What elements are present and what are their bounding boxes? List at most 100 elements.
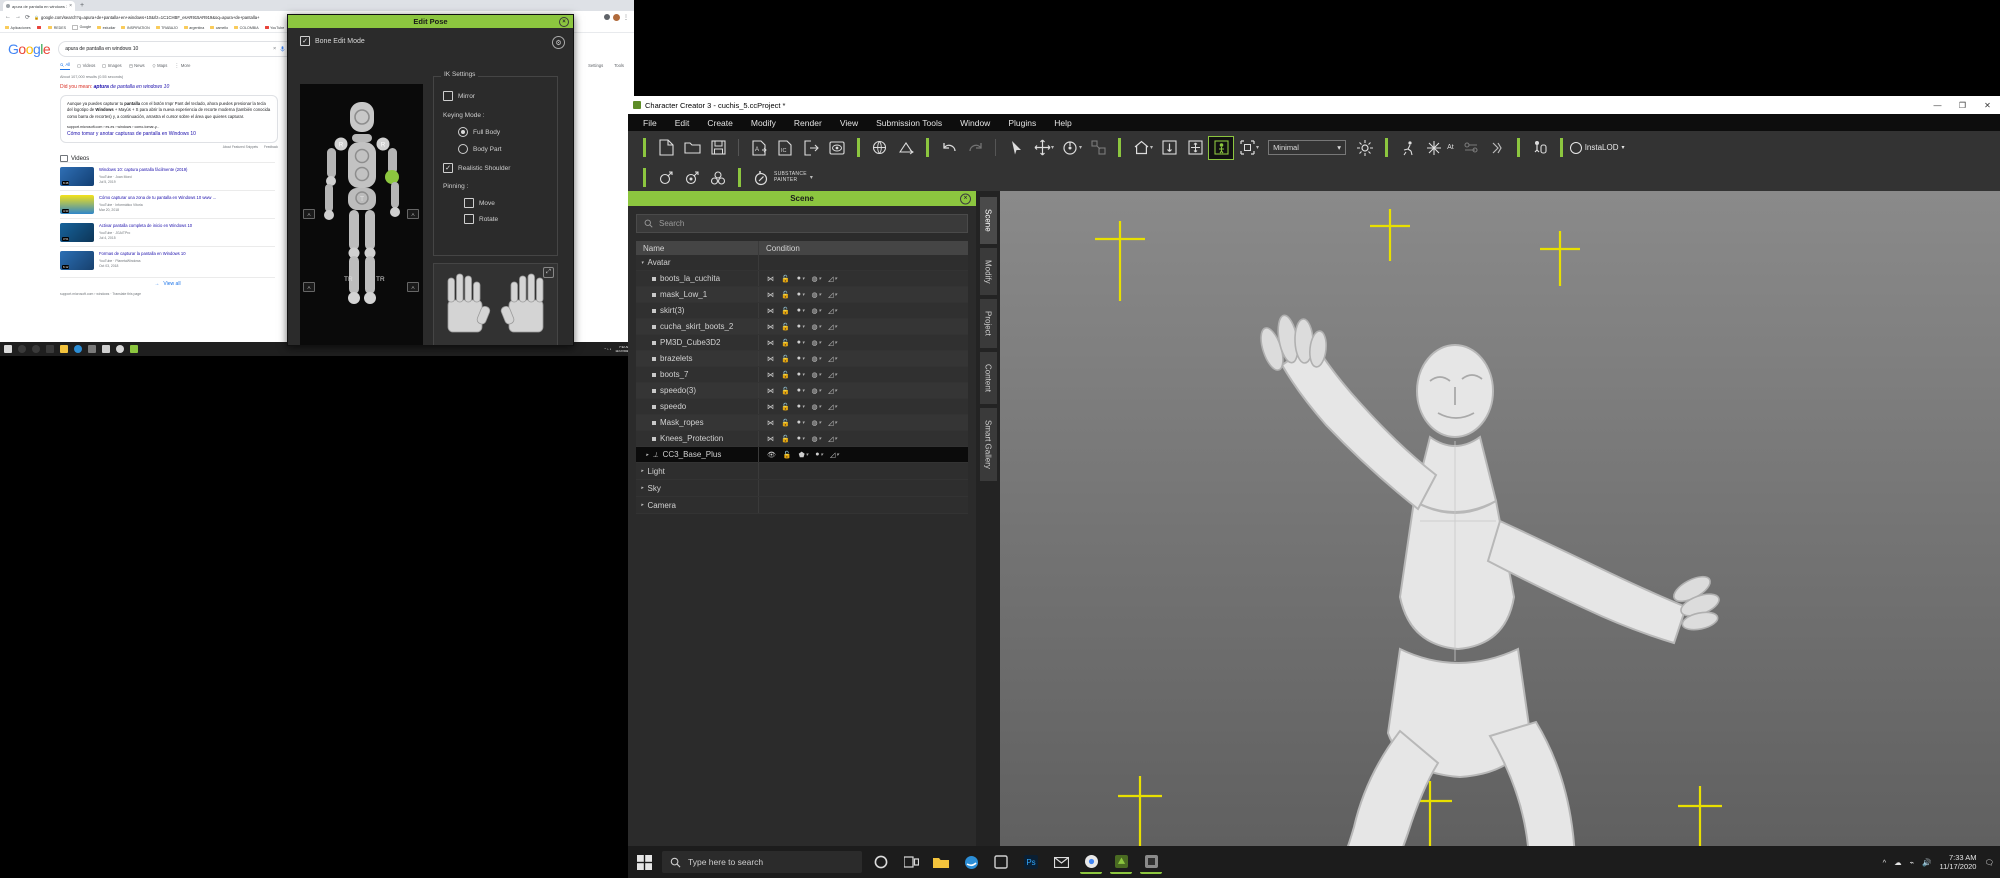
chevron-down-icon[interactable]: ▾ bbox=[802, 292, 805, 298]
table-row[interactable]: speedo(3) ⋈ 🔓 ● ▾ ◍ ▾ ◿ ▾ bbox=[636, 383, 968, 399]
globe-transform-icon[interactable] bbox=[867, 136, 893, 160]
chevron-down-icon[interactable]: ▾ bbox=[802, 388, 805, 394]
bookmark-item[interactable]: YouTube bbox=[264, 26, 284, 30]
visibility-icon[interactable]: ⋈ bbox=[767, 355, 774, 363]
3d-viewport[interactable] bbox=[1000, 191, 2000, 878]
chevron-down-icon[interactable]: ▾ bbox=[802, 436, 805, 442]
material-icon[interactable]: ● bbox=[797, 275, 801, 282]
chevron-down-icon[interactable]: ▾ bbox=[802, 420, 805, 426]
avatar[interactable] bbox=[613, 13, 620, 21]
shadow-icon[interactable]: ● bbox=[815, 451, 819, 458]
bookmark-item[interactable]: TRABAJO bbox=[155, 26, 178, 30]
layer-icon[interactable]: ◿ bbox=[828, 275, 833, 283]
chevron-right-icon[interactable]: ▸ bbox=[641, 485, 644, 491]
create-props-icon[interactable] bbox=[705, 166, 731, 190]
row-name[interactable]: ▾ Avatar bbox=[636, 258, 758, 267]
bookmark-item[interactable]: INSPIRATION bbox=[121, 26, 150, 30]
cloud-icon[interactable]: ☁ bbox=[1894, 858, 1902, 867]
layer-icon[interactable]: ◿ bbox=[828, 291, 833, 299]
new-tab-button[interactable]: + bbox=[80, 2, 84, 10]
row-name[interactable]: skirt(3) bbox=[636, 306, 758, 315]
table-row[interactable]: ▾ Avatar bbox=[636, 255, 968, 271]
table-row[interactable]: ▸ ⊥ CC3_Base_Plus 👁 🔓 ⬟ ▾ ● ▾ ◿ ▾ bbox=[636, 447, 968, 463]
shadow-icon[interactable]: ◍ bbox=[811, 291, 817, 299]
chevron-down-icon[interactable]: ▾ bbox=[819, 388, 822, 394]
bookmark-item[interactable] bbox=[36, 25, 43, 30]
chevron-down-icon[interactable]: ▾ bbox=[834, 420, 837, 426]
chevron-down-icon[interactable]: ▾ bbox=[834, 276, 837, 282]
video-title[interactable]: Activar pantalla completa de inicio en W… bbox=[99, 223, 275, 228]
edit-pose-icon[interactable] bbox=[1208, 135, 1235, 160]
row-name[interactable]: ▸ Camera bbox=[636, 501, 758, 510]
import-icon[interactable]: A bbox=[746, 136, 772, 160]
layer-icon[interactable]: ◿ bbox=[828, 371, 833, 379]
result-title-link[interactable]: Cómo tomar y anotar capturas de pantalla… bbox=[67, 131, 271, 137]
chevron-down-icon[interactable]: ▾ bbox=[1256, 144, 1259, 151]
tab-news[interactable]: News bbox=[128, 63, 145, 68]
table-row[interactable]: ▸ Sky bbox=[636, 480, 968, 497]
row-name[interactable]: ▸ Light bbox=[636, 467, 758, 476]
layer-icon[interactable]: ◿ bbox=[828, 419, 833, 427]
chevron-down-icon[interactable]: ▾ bbox=[806, 452, 809, 458]
menu-edit[interactable]: Edit bbox=[666, 118, 699, 128]
show-hidden-icons-button[interactable]: ^ bbox=[1883, 858, 1887, 867]
taskbar-search-input[interactable]: Type here to search bbox=[662, 851, 862, 873]
row-name[interactable]: Knees_Protection bbox=[636, 434, 758, 443]
tab-maps[interactable]: Maps bbox=[152, 63, 167, 68]
table-row[interactable]: brazelets ⋈ 🔓 ● ▾ ◍ ▾ ◿ ▾ bbox=[636, 351, 968, 367]
chevron-down-icon[interactable]: ▾ bbox=[1150, 144, 1153, 151]
file-explorer-icon[interactable] bbox=[930, 851, 952, 873]
pinning-move-checkbox[interactable]: Move bbox=[464, 198, 557, 208]
menu-window[interactable]: Window bbox=[951, 118, 999, 128]
chevron-down-icon[interactable]: ▾ bbox=[834, 340, 837, 346]
store-icon[interactable] bbox=[990, 851, 1012, 873]
menu-modify[interactable]: Modify bbox=[742, 118, 785, 128]
checkbox-box[interactable]: ✓ bbox=[300, 36, 310, 46]
edge-icon[interactable] bbox=[74, 345, 82, 353]
table-row[interactable]: ▸ Camera bbox=[636, 497, 968, 514]
chevron-down-icon[interactable]: ▾ bbox=[834, 436, 837, 442]
notification-icon[interactable]: 🗨 bbox=[1984, 858, 1994, 867]
chevron-down-icon[interactable]: ▾ bbox=[802, 372, 805, 378]
visibility-icon[interactable]: ⋈ bbox=[767, 387, 774, 395]
lock-icon[interactable]: 🔓 bbox=[783, 451, 792, 459]
app-icon[interactable] bbox=[1140, 850, 1162, 874]
chrome-menu-icon[interactable]: ⋮ bbox=[623, 14, 629, 21]
translate-link[interactable]: Translate this page bbox=[112, 292, 141, 296]
forward-icon[interactable]: → bbox=[15, 14, 21, 20]
menu-help[interactable]: Help bbox=[1045, 118, 1080, 128]
pin-toggle-icon[interactable]: A bbox=[303, 209, 315, 219]
checkbox-box[interactable] bbox=[443, 91, 453, 101]
lock-icon[interactable]: 🔓 bbox=[781, 355, 790, 363]
windows-start-icon[interactable] bbox=[634, 852, 654, 872]
chevron-right-icon[interactable]: ▸ bbox=[641, 502, 644, 508]
mail-icon[interactable] bbox=[1050, 851, 1072, 873]
video-title[interactable]: Formas de capturar la pantalla en Window… bbox=[99, 251, 275, 256]
scale-tool-icon[interactable] bbox=[1085, 136, 1111, 160]
tools-link[interactable]: Tools bbox=[614, 63, 624, 68]
tab-images[interactable]: Images bbox=[102, 63, 122, 68]
mail-icon[interactable] bbox=[102, 345, 110, 353]
row-name[interactable]: mask_Low_1 bbox=[636, 290, 758, 299]
chevron-down-icon[interactable]: ▾ bbox=[819, 404, 822, 410]
new-project-icon[interactable] bbox=[653, 136, 679, 160]
character-creator-icon[interactable] bbox=[130, 345, 138, 353]
light-icon[interactable] bbox=[1352, 136, 1378, 160]
radio-body-part[interactable]: Body Part bbox=[458, 144, 557, 154]
layer-icon[interactable]: ◿ bbox=[828, 387, 833, 395]
checkbox-box[interactable]: ✓ bbox=[443, 163, 453, 173]
visibility-icon[interactable]: ⋈ bbox=[767, 339, 774, 347]
lock-icon[interactable]: 🔓 bbox=[781, 339, 790, 347]
menu-render[interactable]: Render bbox=[785, 118, 831, 128]
chevron-down-icon[interactable]: ▾ bbox=[802, 340, 805, 346]
lock-icon[interactable]: 🔓 bbox=[781, 307, 790, 315]
row-name[interactable]: speedo(3) bbox=[636, 386, 758, 395]
visibility-icon[interactable]: ⋈ bbox=[767, 371, 774, 379]
open-project-icon[interactable] bbox=[679, 136, 705, 160]
shadow-icon[interactable]: ◍ bbox=[811, 339, 817, 347]
mesh-solid-icon[interactable]: ⬟ bbox=[799, 451, 805, 459]
chevron-down-icon[interactable]: ▾ bbox=[802, 356, 805, 362]
pin-toggle-icon[interactable]: A bbox=[303, 282, 315, 292]
tab-all[interactable]: All bbox=[60, 62, 71, 70]
material-icon[interactable]: ● bbox=[797, 307, 801, 314]
